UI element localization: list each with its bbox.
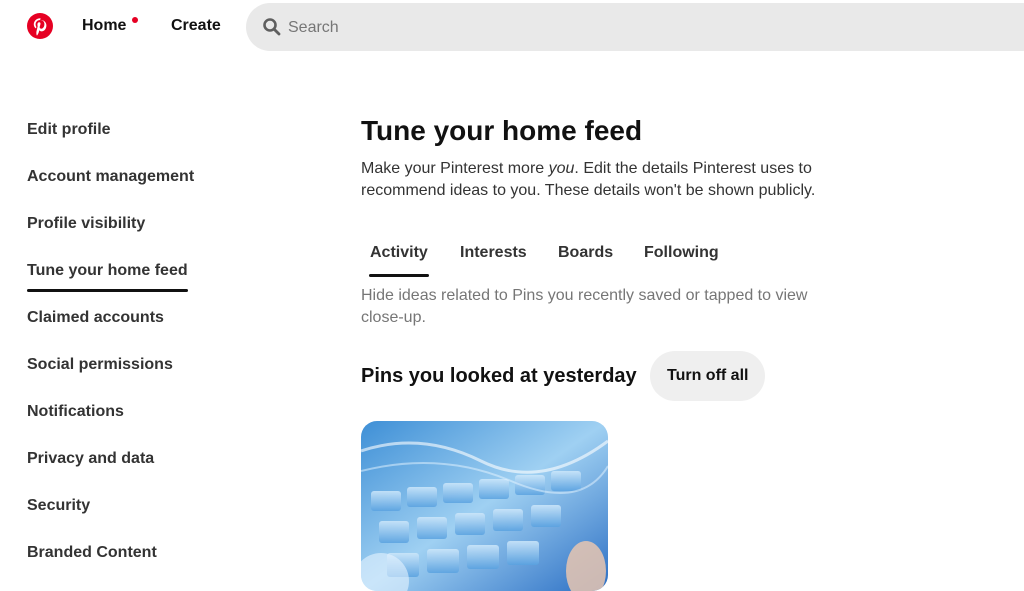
pin-thumbnail[interactable] (361, 421, 608, 591)
sidebar-item-account-management[interactable]: Account management (27, 165, 287, 212)
sidebar-item-claimed-accounts[interactable]: Claimed accounts (27, 306, 287, 353)
section-header: Pins you looked at yesterday Turn off al… (361, 351, 881, 401)
sidebar-item-profile-visibility[interactable]: Profile visibility (27, 212, 287, 259)
nav-home-link[interactable]: Home (82, 17, 126, 35)
sidebar-item-edit-profile[interactable]: Edit profile (27, 118, 287, 165)
page-description: Make your Pinterest more you. Edit the d… (361, 158, 861, 202)
tab-description: Hide ideas related to Pins you recently … (361, 287, 808, 326)
nav-create-link[interactable]: Create (171, 17, 221, 35)
description-text-start: Make your Pinterest more (361, 160, 549, 177)
description-emphasis: you (548, 160, 575, 177)
section-title: Pins you looked at yesterday (361, 365, 637, 387)
sidebar-item-social-permissions[interactable]: Social permissions (27, 353, 287, 400)
tab-following[interactable]: Following (644, 244, 719, 262)
sidebar-item-branded-content[interactable]: Branded Content (27, 541, 287, 588)
search-icon (263, 18, 281, 36)
notification-dot (132, 17, 138, 23)
search-bar[interactable] (246, 3, 1024, 53)
turn-off-all-button[interactable]: Turn off all (650, 351, 766, 401)
main-content: Tune your home feed Make your Pinterest … (361, 110, 881, 401)
sidebar-item-tune-home-feed[interactable]: Tune your home feed (27, 259, 287, 306)
settings-sidebar: Edit profile Account management Profile … (27, 118, 287, 588)
page-title: Tune your home feed (361, 115, 643, 146)
sidebar-item-privacy-and-data[interactable]: Privacy and data (27, 447, 287, 494)
feed-tabs: Activity Interests Boards Following (361, 244, 881, 277)
search-input[interactable] (286, 3, 990, 53)
top-navigation-bar: Home Create (0, 0, 1024, 56)
pinterest-logo-icon[interactable] (27, 13, 53, 39)
sidebar-item-notifications[interactable]: Notifications (27, 400, 287, 447)
sidebar-item-security[interactable]: Security (27, 494, 287, 541)
tab-boards[interactable]: Boards (558, 244, 613, 262)
pin-image (361, 421, 608, 591)
tab-activity[interactable]: Activity (369, 244, 429, 277)
tab-interests[interactable]: Interests (460, 244, 527, 262)
